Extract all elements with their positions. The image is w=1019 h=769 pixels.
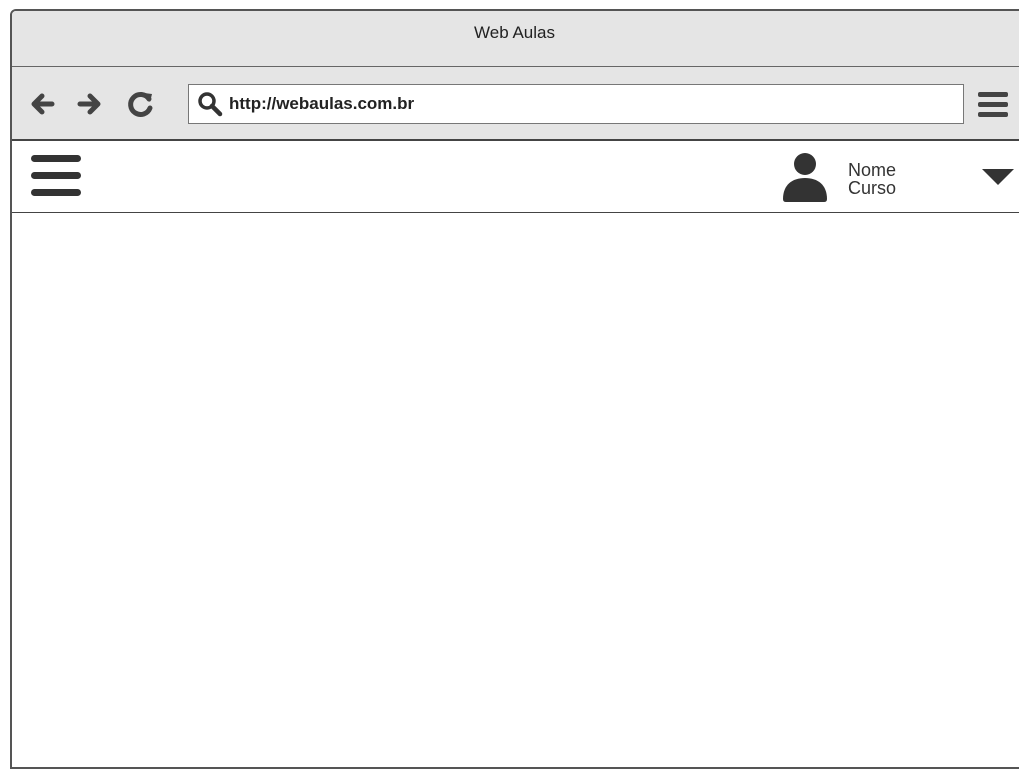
user-course: Curso — [848, 178, 897, 198]
back-arrow-icon[interactable] — [26, 89, 56, 119]
app-header: Nome Curso — [12, 141, 1019, 213]
browser-toolbar — [12, 67, 1019, 141]
title-bar: Web Aulas — [12, 11, 1019, 67]
user-icon[interactable] — [780, 151, 830, 203]
caret-down-icon[interactable] — [980, 166, 1016, 188]
search-icon — [198, 92, 223, 117]
url-input[interactable] — [229, 89, 949, 119]
browser-menu-icon[interactable] — [976, 89, 1010, 121]
forward-arrow-icon[interactable] — [76, 89, 106, 119]
main-content — [12, 213, 1019, 767]
reload-icon[interactable] — [126, 89, 156, 119]
address-bar[interactable] — [188, 84, 964, 124]
window-title: Web Aulas — [474, 23, 555, 42]
hamburger-menu-icon[interactable] — [30, 153, 82, 199]
user-name: Nome — [848, 160, 897, 180]
browser-window: Web Aulas http://webaulas.com.br Nome Cu… — [10, 9, 1019, 769]
user-info[interactable]: Nome Curso — [848, 161, 896, 197]
